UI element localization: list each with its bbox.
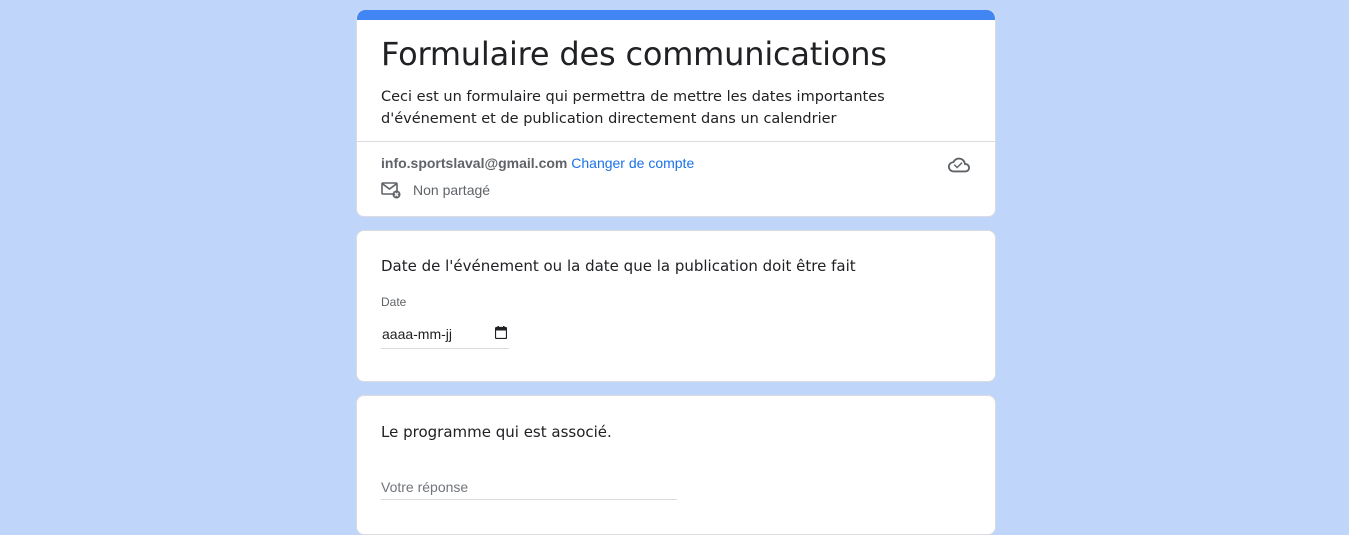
form-description: Ceci est un formulaire qui permettra de … <box>381 89 885 127</box>
calendar-icon[interactable] <box>495 326 507 339</box>
question-card-program: Le programme qui est associé. <box>356 395 996 535</box>
form-container: Formulaire des communications Ceci est u… <box>356 10 996 535</box>
mail-not-shared-icon <box>381 182 401 199</box>
question-title: Le programme qui est associé. <box>381 423 612 441</box>
question-card-date: Date de l'événement ou la date que la pu… <box>356 230 996 382</box>
cloud-check-icon[interactable] <box>947 153 971 177</box>
form-header-card: Formulaire des communications Ceci est u… <box>356 10 996 217</box>
divider <box>357 141 995 142</box>
not-shared-label: Non partagé <box>413 182 491 198</box>
date-input[interactable]: aaaa-mm-jj <box>381 323 509 349</box>
account-row: info.sportslaval@gmail.com Changer de co… <box>381 154 694 172</box>
account-email: info.sportslaval@gmail.com <box>381 155 568 171</box>
date-input-placeholder: aaaa-mm-jj <box>382 326 453 342</box>
answer-input[interactable] <box>381 474 677 500</box>
switch-account-link[interactable]: Changer de compte <box>571 155 694 171</box>
sharing-status: Non partagé <box>381 181 490 199</box>
form-title: Formulaire des communications <box>381 35 887 73</box>
question-title: Date de l'événement ou la date que la pu… <box>381 257 856 275</box>
accent-bar <box>357 10 995 20</box>
date-field-label: Date <box>381 295 407 309</box>
